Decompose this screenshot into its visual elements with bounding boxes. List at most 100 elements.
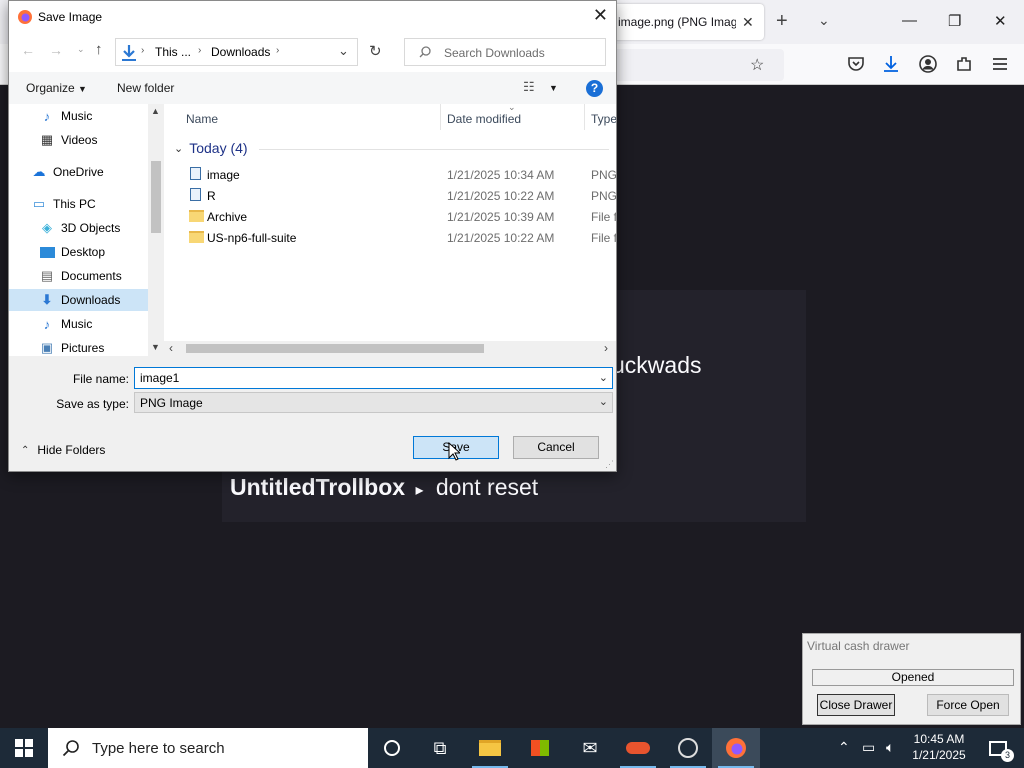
downloads-icon[interactable] (881, 54, 901, 74)
url-bar[interactable]: ☆ (612, 49, 784, 81)
up-arrow-icon[interactable]: ↑ (95, 41, 103, 58)
cortana-icon[interactable] (368, 728, 416, 768)
scroll-left-icon[interactable]: ‹ (169, 341, 173, 355)
mouse-cursor-icon (448, 442, 460, 461)
nav-item-videos[interactable]: ▦ Videos (39, 129, 149, 151)
volume-muted-icon[interactable]: 🔈︎ (886, 739, 894, 756)
arrow-icon: ▸ (415, 482, 424, 499)
restore-icon[interactable]: ❐ (948, 12, 961, 30)
address-bar[interactable]: › This ... › Downloads › ⌄ (115, 38, 358, 66)
file-name-value: image1 (140, 371, 180, 385)
nav-item-desktop[interactable]: Desktop (39, 241, 149, 263)
nav-item-onedrive[interactable]: ☁ OneDrive (31, 161, 149, 183)
notification-center-icon[interactable]: 3 (976, 728, 1020, 768)
nav-item-downloads[interactable]: ⬇ Downloads (9, 289, 148, 311)
downloads-folder-icon (122, 45, 136, 61)
breadcrumb-this-pc[interactable]: This ... (155, 45, 191, 59)
file-type: File fo (591, 231, 616, 245)
address-dropdown-icon[interactable]: ⌄ (338, 43, 349, 59)
microsoft-store-icon[interactable] (516, 728, 564, 768)
file-type: PNG (591, 189, 616, 203)
dialog-title: Save Image (38, 10, 103, 24)
chevron-down-icon[interactable]: ⌄ (599, 371, 608, 384)
help-icon[interactable]: ? (586, 80, 603, 97)
recent-chevron-icon[interactable]: ⌄ (77, 44, 85, 55)
column-header-date-modified[interactable]: Date modified (447, 112, 521, 126)
extensions-icon[interactable] (954, 54, 974, 74)
scroll-right-icon[interactable]: › (604, 341, 608, 355)
navigation-pane: ♪ Music ▦ Videos ☁ OneDrive ▭ This PC ◈ 3D Ob… (9, 104, 164, 356)
back-icon[interactable]: ← (21, 42, 35, 58)
forward-icon[interactable]: → (49, 42, 63, 58)
system-clock[interactable]: 10:45 AM 1/21/2025 (906, 731, 972, 763)
scroll-down-icon[interactable]: ▼ (151, 342, 160, 352)
browser-tab[interactable]: image.png (PNG Imag… ✕ (612, 4, 764, 40)
close-drawer-button[interactable]: Close Drawer (817, 694, 895, 716)
app-icon[interactable] (614, 728, 662, 768)
mail-icon[interactable]: ✉ (566, 728, 614, 768)
file-row[interactable]: US-np6-full-suite 1/21/2025 10:22 AM Fil… (164, 227, 616, 248)
nav-item-label: Pictures (61, 341, 105, 355)
account-icon[interactable] (918, 54, 938, 74)
file-name-field[interactable]: image1 ⌄ (134, 367, 613, 389)
scrollbar-thumb[interactable] (151, 161, 161, 233)
group-header-today[interactable]: ⌄ Today (4) (174, 140, 248, 156)
organize-button[interactable]: Organize ▼ (26, 81, 87, 95)
nav-pane-scrollbar[interactable]: ▲ ▼ (148, 104, 164, 356)
column-separator (440, 104, 441, 130)
file-explorer-icon[interactable] (466, 728, 514, 768)
nav-item-documents[interactable]: ▤ Documents (39, 265, 149, 287)
start-button[interactable] (0, 728, 48, 768)
bookmark-star-icon[interactable]: ☆ (750, 55, 764, 75)
nav-item-music[interactable]: ♪ Music (39, 105, 149, 127)
breadcrumb-downloads[interactable]: Downloads (211, 45, 270, 59)
file-row[interactable]: Archive 1/21/2025 10:39 AM File fo (164, 206, 616, 227)
column-header-name[interactable]: Name (186, 112, 218, 126)
close-icon[interactable]: ✕ (593, 5, 608, 26)
close-window-icon[interactable]: ✕ (994, 12, 1007, 30)
music-icon: ♪ (43, 108, 51, 124)
view-dropdown-icon[interactable]: ▼ (549, 83, 558, 93)
column-header-type[interactable]: Type (591, 112, 616, 126)
firefox-icon (726, 738, 746, 758)
close-tab-icon[interactable]: ✕ (742, 14, 754, 31)
scrollbar-thumb[interactable] (186, 344, 484, 353)
file-row[interactable]: R 1/21/2025 10:22 AM PNG (164, 185, 616, 206)
new-tab-icon[interactable]: + (776, 10, 788, 33)
scroll-up-icon[interactable]: ▲ (151, 106, 160, 116)
nav-item-pictures[interactable]: ▣ Pictures (39, 337, 149, 356)
virtual-cash-drawer-window: Virtual cash drawer Opened Close Drawer … (802, 633, 1021, 725)
pocket-icon[interactable] (846, 54, 866, 74)
nav-item-this-pc[interactable]: ▭ This PC (31, 193, 149, 215)
menu-icon[interactable] (990, 54, 1010, 74)
nav-item-music-2[interactable]: ♪ Music (39, 313, 149, 335)
file-row[interactable]: image 1/21/2025 10:34 AM PNG (164, 164, 616, 185)
task-view-icon[interactable]: ⧉ (416, 728, 464, 768)
notification-count-badge: 3 (1001, 749, 1014, 762)
new-folder-button[interactable]: New folder (117, 81, 174, 95)
page-content-text: uckwads (612, 352, 702, 378)
network-icon[interactable]: ▭ (862, 739, 875, 756)
taskbar-search-box[interactable]: Type here to search (48, 728, 368, 768)
chevron-down-icon[interactable]: ⌄ (818, 12, 830, 29)
nav-item-3d-objects[interactable]: ◈ 3D Objects (39, 217, 149, 239)
view-options-icon[interactable]: ☷ (523, 79, 535, 95)
search-input[interactable]: Search Downloads (404, 38, 606, 66)
file-list-hscrollbar[interactable]: ‹ › (164, 341, 616, 356)
resize-grip-icon[interactable]: ⋰ (605, 459, 614, 470)
cancel-button[interactable]: Cancel (513, 436, 599, 459)
firefox-taskbar-icon[interactable] (712, 728, 760, 768)
desktop-icon (39, 244, 55, 260)
column-separator (584, 104, 585, 130)
folder-icon (189, 231, 204, 243)
save-type-select[interactable]: PNG Image ⌄ (134, 392, 613, 413)
monitor-app-icon[interactable] (664, 728, 712, 768)
dialog-title-bar: Save Image ✕ (9, 1, 616, 32)
show-hidden-icons-icon[interactable]: ⌃ (838, 739, 850, 756)
force-open-button[interactable]: Force Open (927, 694, 1009, 716)
hide-folders-toggle[interactable]: ⌃ Hide Folders (21, 443, 105, 457)
refresh-icon[interactable]: ↻ (369, 42, 382, 60)
save-type-label: Save as type: (56, 397, 129, 411)
breadcrumb-separator-icon: › (276, 45, 280, 56)
minimize-icon[interactable]: — (902, 12, 917, 29)
